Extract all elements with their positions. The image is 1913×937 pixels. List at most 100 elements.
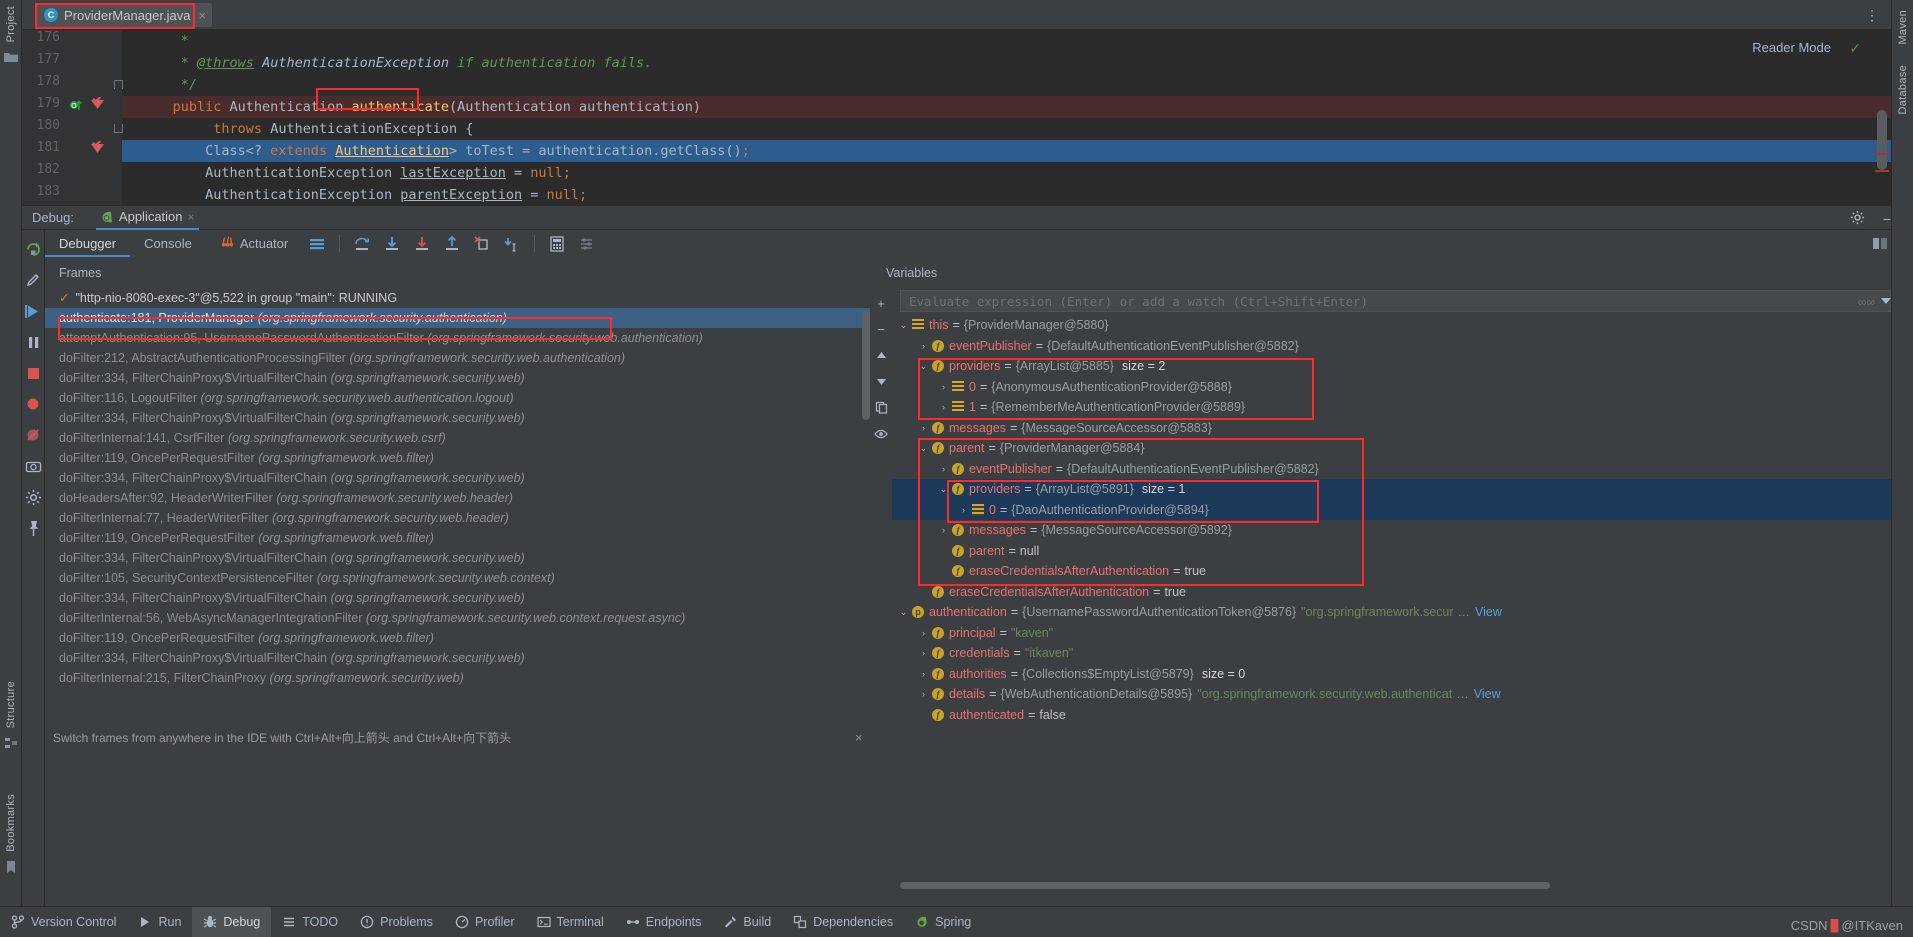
chevron-down-icon[interactable]: ⌄ [918,438,929,459]
step-into-icon[interactable] [383,235,401,253]
tab-debugger[interactable]: Debugger [45,230,131,257]
variable-row-this[interactable]: ⌄ this = {ProviderManager@5880} [892,315,1891,336]
close-icon[interactable]: × [855,730,863,745]
code-lines[interactable]: * * @throws AuthenticationException if a… [122,30,1891,205]
ellipsis-icon[interactable]: … [1458,602,1471,623]
override-marker-icon[interactable]: O [70,97,83,115]
variable-row-erasecredentials[interactable]: f eraseCredentialsAfterAuthentication = … [892,582,1891,603]
variable-row-providers[interactable]: ⌄ f providers = {ArrayList@5885} size = … [892,356,1891,377]
variable-row-details[interactable]: › f details = {WebAuthenticationDetails@… [892,684,1891,705]
frame-row[interactable]: doFilterInternal:141, CsrfFilter (org.sp… [45,428,875,448]
code-editor[interactable]: 176 177 178 179 180 181 182 183 O * * @t… [22,30,1891,205]
frame-row[interactable]: doFilter:116, LogoutFilter (org.springfr… [45,388,875,408]
chevron-right-icon[interactable]: › [918,643,929,664]
frame-row[interactable]: doFilter:119, OncePerRequestFilter (org.… [45,628,875,648]
close-icon[interactable]: × [188,210,195,224]
settings-icon[interactable] [25,489,42,506]
frame-row[interactable]: doFilter:334, FilterChainProxy$VirtualFi… [45,468,875,488]
more-options-icon[interactable]: ⋮ [1865,7,1879,24]
frame-row[interactable]: doFilter:334, FilterChainProxy$VirtualFi… [45,368,875,388]
chevron-right-icon[interactable]: › [938,397,949,418]
eye-icon[interactable] [874,426,889,441]
chevron-down-icon[interactable]: ⌄ [918,356,929,377]
pause-program-icon[interactable] [25,334,42,351]
variables-horizontal-scrollbar[interactable] [900,882,1550,889]
frame-row[interactable]: attemptAuthentication:95, UsernamePasswo… [45,328,875,348]
status-item-endpoints[interactable]: Endpoints [615,907,713,937]
evaluate-expression-input[interactable]: Evaluate expression (Enter) or add a wat… [900,290,1891,312]
ellipsis-icon[interactable]: … [1456,684,1469,705]
chevron-right-icon[interactable]: › [938,377,949,398]
chevron-down-icon[interactable]: ⌄ [898,315,909,336]
rerun-icon[interactable] [25,241,42,258]
folder-icon[interactable] [3,49,19,65]
view-link[interactable]: View [1475,602,1502,623]
tab-actuator[interactable]: Actuator [206,230,302,257]
frame-row[interactable]: doHeadersAfter:92, HeaderWriterFilter (o… [45,488,875,508]
view-link[interactable]: View [1474,684,1501,705]
evaluate-expression-icon[interactable] [548,235,566,253]
variable-row-parent[interactable]: ⌄ f parent = {ProviderManager@5884} [892,438,1891,459]
view-breakpoints-icon[interactable] [25,396,42,413]
close-icon[interactable]: × [198,8,206,23]
bookmarks-icon[interactable] [3,859,19,875]
gear-icon[interactable] [1850,210,1865,225]
status-item-dependencies[interactable]: Dependencies [782,907,904,937]
frame-row[interactable]: doFilter:334, FilterChainProxy$VirtualFi… [45,548,875,568]
chevron-down-icon[interactable] [874,374,889,389]
variable-row-dao-provider[interactable]: › 0 = {DaoAuthenticationProvider@5894} [892,499,1891,520]
frame-row-selected[interactable]: authenticate:181, ProviderManager (org.s… [45,308,875,328]
stop-program-icon[interactable] [25,365,42,382]
edit-configurations-icon[interactable] [25,272,42,289]
variable-row-credentials[interactable]: › f credentials = "itkaven" [892,643,1891,664]
tab-console[interactable]: Console [130,230,206,257]
inspection-ok-icon[interactable]: ✓ [1849,40,1861,57]
chevron-down-icon[interactable]: ⌄ [898,602,909,623]
mute-breakpoints-icon[interactable] [25,427,42,444]
status-item-todo[interactable]: TODO [271,907,349,937]
sidebar-item-structure[interactable]: Structure [5,681,17,728]
frames-list[interactable]: ✓ "http-nio-8080-exec-3"@5,522 in group "… [45,288,875,882]
run-to-cursor-icon[interactable] [503,235,521,253]
frame-row[interactable]: doFilterInternal:77, HeaderWriterFilter … [45,508,875,528]
status-item-spring[interactable]: Spring [904,907,982,937]
frame-row[interactable]: doFilter:212, AbstractAuthenticationProc… [45,348,875,368]
chevron-right-icon[interactable]: › [918,336,929,357]
status-item-build[interactable]: Build [712,907,782,937]
sidebar-item-bookmarks[interactable]: Bookmarks [5,794,17,852]
breakpoint-icon[interactable] [90,96,105,115]
copy-icon[interactable] [874,400,889,415]
chevron-right-icon[interactable]: › [918,418,929,439]
frame-row[interactable]: doFilterInternal:56, WebAsyncManagerInte… [45,608,875,628]
chevron-right-icon[interactable]: › [938,520,949,541]
drop-frame-icon[interactable] [473,235,491,253]
editor-gutter[interactable]: 176 177 178 179 180 181 182 183 O [22,30,123,205]
variable-row-messages[interactable]: › f messages = {MessageSourceAccessor@58… [892,418,1891,439]
status-item-debug[interactable]: Debug [192,906,272,937]
chevron-right-icon[interactable]: › [918,664,929,685]
sidebar-item-project[interactable]: Project [5,6,17,42]
frame-row[interactable]: doFilter:119, OncePerRequestFilter (org.… [45,528,875,548]
breakpoint-icon[interactable] [90,140,105,159]
variable-row-parent-erasecredentials[interactable]: f eraseCredentialsAfterAuthentication = … [892,561,1891,582]
chevron-right-icon[interactable]: › [938,459,949,480]
variables-tree[interactable]: ⌄ this = {ProviderManager@5880} › f even… [892,315,1891,882]
variable-row-principal[interactable]: › f principal = "kaven" [892,623,1891,644]
reader-mode-label[interactable]: Reader Mode [1752,40,1831,55]
frame-row[interactable]: doFilter:119, OncePerRequestFilter (org.… [45,448,875,468]
step-out-icon[interactable] [443,235,461,253]
variable-row-parent-providers[interactable]: ⌄ f providers = {ArrayList@5891} size = … [892,479,1891,500]
remove-watch-icon[interactable]: − [874,322,889,337]
variable-row-authenticated[interactable]: f authenticated = false [892,705,1891,726]
camera-icon[interactable] [25,458,42,475]
restore-layout-icon[interactable] [1871,235,1889,253]
variable-row-eventpublisher[interactable]: › f eventPublisher = {DefaultAuthenticat… [892,336,1891,357]
resume-program-icon[interactable] [24,303,42,320]
status-item-version-control[interactable]: Version Control [0,907,127,937]
step-over-icon[interactable] [353,235,371,253]
chevron-down-icon[interactable] [1881,298,1891,304]
variable-row-authentication[interactable]: ⌄ p authentication = {UsernamePasswordAu… [892,602,1891,623]
frame-row[interactable]: doFilter:105, SecurityContextPersistence… [45,568,875,588]
variable-row-parent-parent[interactable]: f parent = null [892,541,1891,562]
structure-icon[interactable] [3,735,19,751]
